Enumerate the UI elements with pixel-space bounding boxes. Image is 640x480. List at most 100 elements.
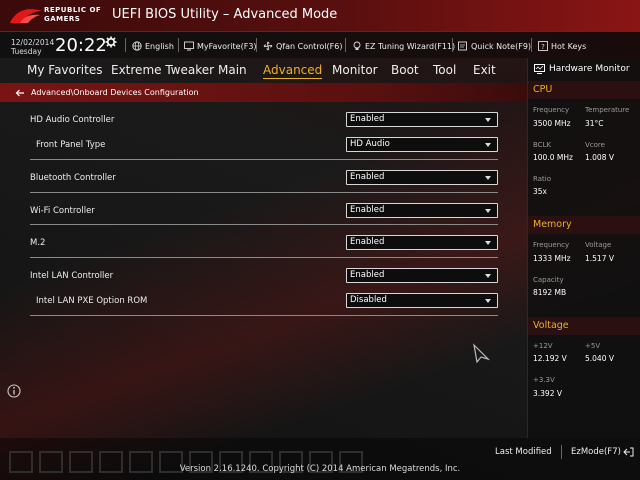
cpu-frequency-label: Frequency	[533, 106, 570, 114]
tab-boot[interactable]: Boot	[391, 63, 419, 77]
intel-lan-controller-select[interactable]: Enabled	[346, 268, 498, 283]
setting-bluetooth-controller: Bluetooth Controller Enabled	[30, 167, 498, 191]
monitor-icon	[534, 64, 545, 74]
divider	[30, 315, 498, 316]
select-value: Enabled	[350, 205, 385, 215]
divider	[30, 159, 498, 160]
m2-select[interactable]: Enabled	[346, 235, 498, 250]
cpu-vcore-value: 1.008 V	[585, 153, 614, 162]
chevron-down-icon	[485, 143, 491, 147]
globe-icon	[132, 41, 142, 51]
tab-main[interactable]: Main	[218, 63, 247, 77]
cpu-vcore-label: Vcore	[585, 141, 605, 149]
rog-logo-icon	[10, 9, 42, 23]
voltage-12v-label: +12V	[533, 342, 553, 350]
exit-arrow-icon	[623, 447, 634, 457]
back-arrow-icon[interactable]	[15, 89, 25, 97]
divider	[30, 224, 498, 225]
wifi-controller-select[interactable]: Enabled	[346, 203, 498, 218]
brand-line-1: REPUBLIC OF	[44, 6, 102, 14]
qfan-label: Qfan Control(F6)	[276, 41, 343, 51]
select-value: Disabled	[350, 295, 387, 305]
tab-extreme-tweaker[interactable]: Extreme Tweaker	[111, 63, 214, 77]
myfavorite-button[interactable]: MyFavorite(F3)	[184, 39, 257, 53]
brand-line-2: GAMERS	[44, 15, 81, 23]
select-value: Enabled	[350, 172, 385, 182]
title-bar: REPUBLIC OF GAMERS UEFI BIOS Utility – A…	[0, 0, 640, 32]
chevron-down-icon	[485, 118, 491, 122]
voltage-33v-value: 3.392 V	[533, 389, 562, 398]
setting-intel-lan-pxe-option-rom: Intel LAN PXE Option ROM Disabled	[30, 290, 498, 314]
chevron-down-icon	[485, 209, 491, 213]
setting-m2: M.2 Enabled	[30, 232, 498, 256]
select-value: Enabled	[350, 270, 385, 280]
voltage-33v-label: +3.3V	[533, 376, 555, 384]
memory-capacity-value: 8192 MB	[533, 288, 567, 297]
mouse-cursor-icon	[473, 343, 490, 363]
memory-capacity-label: Capacity	[533, 276, 564, 284]
cpu-temperature-value: 31°C	[585, 119, 604, 128]
hardware-monitor-panel: Hardware Monitor CPU Frequency Temperatu…	[527, 58, 640, 438]
setting-label: Wi-Fi Controller	[30, 206, 95, 216]
memory-voltage-label: Voltage	[585, 241, 612, 249]
qfan-button[interactable]: Qfan Control(F6)	[263, 39, 342, 53]
lightbulb-icon	[353, 41, 361, 50]
divider	[30, 257, 498, 258]
monitor-star-icon	[184, 41, 194, 51]
front-panel-type-select[interactable]: HD Audio	[346, 137, 498, 152]
hot-keys-label: Hot Keys	[551, 41, 587, 51]
chevron-down-icon	[485, 241, 491, 245]
select-value: Enabled	[350, 114, 385, 124]
quick-note-button[interactable]: Quick Note(F9)	[458, 39, 531, 53]
toolbar-separator	[125, 38, 126, 52]
gear-icon[interactable]	[105, 36, 117, 48]
hw-section-voltage: Voltage	[528, 317, 640, 335]
hardware-monitor-header: Hardware Monitor	[528, 58, 640, 80]
hw-section-cpu: CPU	[528, 81, 640, 99]
tab-advanced[interactable]: Advanced	[263, 63, 323, 79]
tab-monitor[interactable]: Monitor	[332, 63, 378, 77]
setting-label: HD Audio Controller	[30, 115, 115, 125]
cpu-ratio-value: 35x	[533, 187, 547, 196]
tab-exit[interactable]: Exit	[473, 63, 496, 77]
setting-label: Intel LAN PXE Option ROM	[36, 296, 148, 306]
setting-label: Intel LAN Controller	[30, 271, 114, 281]
svg-text:?: ?	[541, 43, 545, 51]
fan-icon	[263, 41, 273, 51]
toolbar-separator	[531, 38, 532, 52]
note-icon	[458, 41, 467, 51]
setting-front-panel-type: Front Panel Type HD Audio	[30, 134, 498, 158]
setting-label: M.2	[30, 238, 46, 248]
tab-my-favorites[interactable]: My Favorites	[27, 63, 102, 77]
memory-voltage-value: 1.517 V	[585, 254, 614, 263]
ezmode-button[interactable]: EzMode(F7)	[571, 447, 634, 457]
version-text: Version 2.16.1240. Copyright (C) 2014 Am…	[179, 464, 461, 474]
date-text: 12/02/2014	[11, 38, 55, 47]
select-value: HD Audio	[350, 139, 390, 149]
main-menu: My Favorites Extreme Tweaker Main Advanc…	[0, 58, 527, 82]
bluetooth-controller-select[interactable]: Enabled	[346, 170, 498, 185]
last-modified-button[interactable]: Last Modified	[495, 447, 552, 457]
time-display: 20:22	[55, 35, 107, 56]
intel-lan-pxe-option-rom-select[interactable]: Disabled	[346, 293, 498, 308]
setting-label: Front Panel Type	[36, 140, 106, 150]
tab-tool[interactable]: Tool	[433, 63, 456, 77]
toolbar-separator	[452, 38, 453, 52]
ez-tuning-label: EZ Tuning Wizard(F11)	[365, 41, 456, 51]
chevron-down-icon	[485, 176, 491, 180]
hot-keys-button[interactable]: ? Hot Keys	[538, 39, 586, 53]
cpu-bclk-value: 100.0 MHz	[533, 153, 573, 162]
hd-audio-controller-select[interactable]: Enabled	[346, 112, 498, 127]
language-button[interactable]: English	[132, 39, 174, 53]
language-label: English	[145, 41, 174, 51]
help-box-icon: ?	[538, 41, 548, 51]
hardware-monitor-title: Hardware Monitor	[549, 64, 630, 74]
select-value: Enabled	[350, 237, 385, 247]
ez-tuning-button[interactable]: EZ Tuning Wizard(F11)	[352, 39, 455, 53]
toolbar-separator	[256, 38, 257, 52]
info-icon[interactable]	[7, 384, 21, 398]
toolbar-separator	[178, 38, 179, 52]
footer-separator	[561, 445, 562, 459]
ezmode-label: EzMode(F7)	[571, 447, 621, 457]
hw-section-memory: Memory	[528, 216, 640, 234]
